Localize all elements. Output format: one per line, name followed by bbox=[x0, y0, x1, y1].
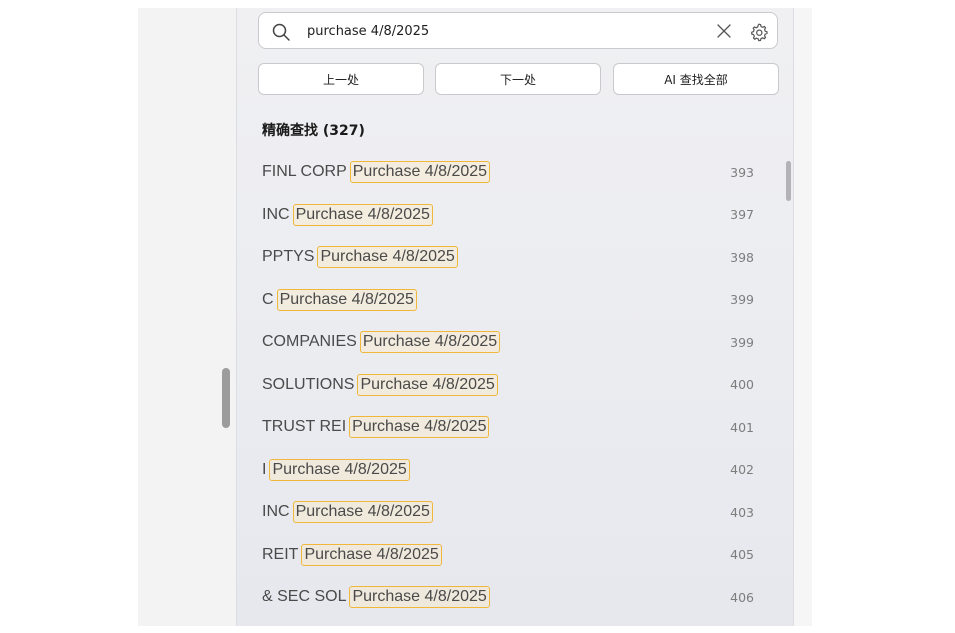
results-scrollbar[interactable] bbox=[786, 161, 791, 201]
result-item[interactable]: & SEC SOL Purchase 4/8/2025 406 bbox=[237, 576, 785, 618]
close-icon[interactable] bbox=[715, 22, 733, 40]
next-match-button[interactable]: 下一处 bbox=[435, 63, 601, 95]
result-highlight: Purchase 4/8/2025 bbox=[269, 458, 410, 481]
result-context: FINL CORP bbox=[262, 163, 347, 180]
result-highlight: Purchase 4/8/2025 bbox=[292, 203, 433, 226]
result-context: TRUST REI bbox=[262, 418, 347, 435]
result-highlight: Purchase 4/8/2025 bbox=[357, 373, 498, 396]
result-context: INC bbox=[262, 503, 290, 520]
result-context: C bbox=[262, 290, 274, 308]
result-highlight: Purchase 4/8/2025 bbox=[301, 543, 442, 566]
result-context: & SEC SOL bbox=[262, 588, 347, 605]
result-page-number: 399 bbox=[730, 334, 754, 350]
result-item[interactable]: REIT Purchase 4/8/2025 405 bbox=[237, 534, 785, 576]
result-context: COMPANIES bbox=[262, 333, 357, 350]
result-page-number: 393 bbox=[730, 164, 754, 180]
result-page-number: 406 bbox=[730, 589, 754, 605]
next-match-label: 下一处 bbox=[499, 72, 536, 87]
result-context: SOLUTIONS bbox=[262, 375, 355, 393]
result-highlight: Purchase 4/8/2025 bbox=[349, 416, 490, 438]
ai-find-all-label: AI 查找全部 bbox=[664, 72, 728, 87]
find-panel: 上一处 下一处 AI 查找全部 精确查找 (327) FINL CORP Pur… bbox=[236, 8, 794, 626]
result-item[interactable]: C Purchase 4/8/2025 399 bbox=[237, 279, 785, 321]
document-pane bbox=[138, 8, 236, 626]
result-item[interactable]: INC Purchase 4/8/2025 403 bbox=[237, 491, 785, 533]
result-item[interactable]: I Purchase 4/8/2025 402 bbox=[237, 449, 785, 491]
search-box bbox=[258, 12, 778, 49]
result-page-number: 397 bbox=[730, 207, 754, 222]
result-item[interactable]: PPTYS Purchase 4/8/2025 398 bbox=[237, 236, 785, 278]
result-item[interactable]: TRUST REI Purchase 4/8/2025 401 bbox=[237, 406, 785, 448]
result-highlight: Purchase 4/8/2025 bbox=[359, 331, 501, 353]
search-input[interactable] bbox=[307, 19, 697, 43]
result-highlight: Purchase 4/8/2025 bbox=[276, 288, 417, 311]
result-highlight: Purchase 4/8/2025 bbox=[349, 161, 491, 183]
document-scrollbar[interactable] bbox=[222, 368, 230, 428]
result-page-number: 405 bbox=[730, 547, 754, 562]
result-context: REIT bbox=[262, 545, 299, 563]
result-page-number: 400 bbox=[730, 377, 754, 392]
result-context: I bbox=[262, 460, 267, 478]
result-item[interactable]: SOLUTIONS Purchase 4/8/2025 400 bbox=[237, 364, 785, 406]
result-highlight: Purchase 4/8/2025 bbox=[292, 501, 433, 523]
result-item[interactable]: COMPANIES Purchase 4/8/2025 399 bbox=[237, 321, 785, 363]
ai-find-all-button[interactable]: AI 查找全部 bbox=[613, 63, 779, 95]
result-item[interactable]: FINL CORP Purchase 4/8/2025 393 bbox=[237, 151, 785, 193]
result-item[interactable]: INC Purchase 4/8/2025 397 bbox=[237, 194, 785, 236]
result-page-number: 402 bbox=[730, 462, 754, 477]
search-icon bbox=[272, 23, 290, 41]
result-page-number: 398 bbox=[730, 249, 754, 265]
gear-icon[interactable] bbox=[749, 22, 769, 42]
result-page-number: 399 bbox=[730, 292, 754, 307]
result-highlight: Purchase 4/8/2025 bbox=[349, 586, 490, 608]
result-context: INC bbox=[262, 205, 290, 223]
result-highlight: Purchase 4/8/2025 bbox=[317, 246, 458, 268]
result-page-number: 401 bbox=[730, 419, 754, 435]
exact-match-heading: 精确查找 (327) bbox=[262, 123, 365, 139]
result-context: PPTYS bbox=[262, 248, 315, 265]
previous-match-button[interactable]: 上一处 bbox=[258, 63, 424, 95]
right-gutter bbox=[794, 8, 812, 626]
result-page-number: 403 bbox=[730, 504, 754, 520]
previous-match-label: 上一处 bbox=[322, 72, 359, 87]
